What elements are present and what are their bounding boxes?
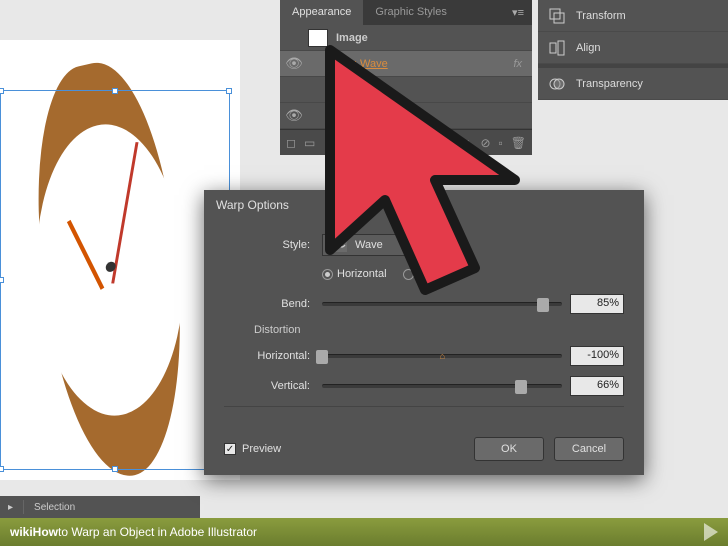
panel-menu-icon[interactable]: ▾≡ [504,0,532,25]
ok-button[interactable]: OK [474,437,544,461]
horizontal-value[interactable]: -100% [570,346,624,366]
play-icon [704,523,718,541]
appearance-row-opacity[interactable]: 👁 Opacity: Default [280,103,532,129]
appearance-row-image[interactable]: Image [280,25,532,51]
bend-value[interactable]: 85% [570,294,624,314]
clear-icon[interactable]: ⊘ [480,136,490,150]
thumbnail-icon [308,29,328,47]
warp-options-dialog: Warp Options Style: Wave Horizontal Vert… [204,190,644,475]
visibility-eye-icon[interactable]: 👁 [280,107,308,124]
radio-vertical[interactable]: Vertical [403,268,454,280]
status-bar: ▸ Selection [0,496,200,518]
brand-text: wikiHow [10,525,58,539]
horizontal-label: Horizontal: [224,350,314,362]
bend-label: Bend: [224,298,314,310]
appearance-list: Image 👁 Warp: Wave fx Image Pixels 👁 Opa… [280,25,532,129]
selection-bounding-box[interactable] [0,90,230,470]
appearance-panel: Appearance Graphic Styles ▾≡ Image 👁 War… [280,0,532,155]
watermark-bar: wikiHow to Warp an Object in Adobe Illus… [0,518,728,546]
appearance-row-pixels[interactable]: Image Pixels [280,77,532,103]
duplicate-icon[interactable]: ▫ [499,136,503,150]
tab-graphic-styles[interactable]: Graphic Styles [363,0,459,25]
appearance-row-warp[interactable]: 👁 Warp: Wave fx [280,51,532,77]
style-dropdown[interactable]: Wave [322,234,442,256]
trash-icon[interactable]: 🗑 [511,136,526,150]
status-mode: Selection [34,502,75,513]
origin-marker-icon: ⌂ [440,351,445,361]
wave-icon [331,238,347,252]
panel-item-align[interactable]: Align [538,32,728,64]
radio-horizontal[interactable]: Horizontal [322,268,387,280]
cancel-button[interactable]: Cancel [554,437,624,461]
tutorial-title: to Warp an Object in Adobe Illustrator [58,525,257,539]
bend-slider[interactable] [322,302,562,306]
appearance-footer: ◻ ▭ fx. ⊘ ▫ 🗑 [280,129,532,155]
fx-icon[interactable]: fx [513,58,526,70]
vertical-label: Vertical: [224,380,314,392]
vertical-value[interactable]: 66% [570,376,624,396]
tab-appearance[interactable]: Appearance [280,0,363,25]
transparency-icon [548,75,566,93]
fx-add-icon[interactable]: fx. [460,136,473,150]
visibility-eye-icon[interactable]: 👁 [280,55,308,72]
right-side-panel: Transform Align Transparency [538,0,728,100]
panel-item-transform[interactable]: Transform [538,0,728,32]
stroke-icon[interactable]: ▭ [304,136,315,150]
vertical-slider[interactable] [322,384,562,388]
horizontal-slider[interactable]: ⌂ [322,354,562,358]
distortion-section-label: Distortion [254,324,624,336]
no-fill-icon[interactable]: ◻ [286,136,296,150]
align-icon [548,39,566,57]
preview-checkbox[interactable]: ✓ Preview [224,443,281,455]
style-label: Style: [224,239,314,251]
dialog-title: Warp Options [204,190,644,220]
panel-item-transparency[interactable]: Transparency [538,68,728,100]
transform-icon [548,7,566,25]
